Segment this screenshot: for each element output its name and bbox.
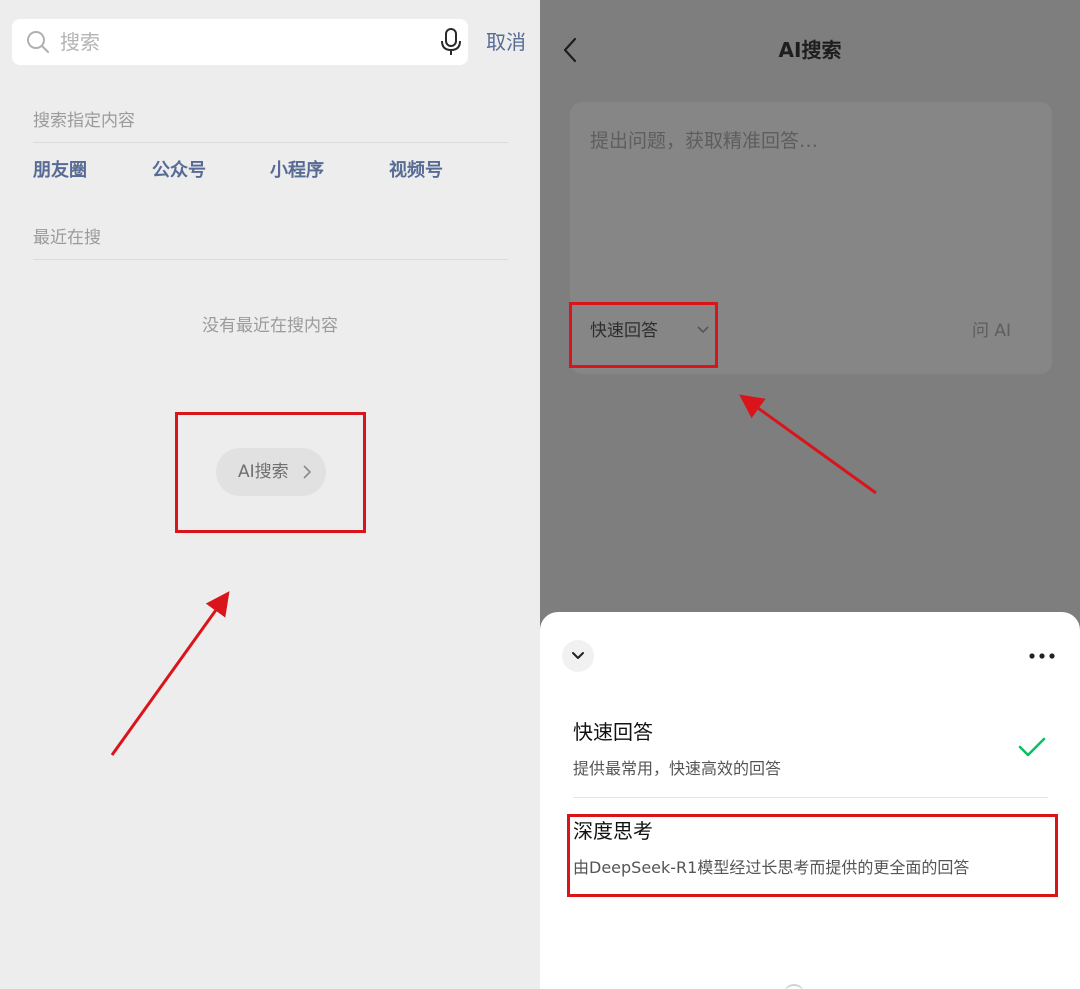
search-input[interactable]: 搜索 [12, 19, 468, 65]
collapse-sheet-button[interactable] [562, 640, 594, 672]
search-placeholder: 搜索 [60, 30, 100, 54]
category-mini-programs[interactable]: 小程序 [270, 159, 324, 183]
check-icon [1018, 737, 1046, 757]
category-official-accounts[interactable]: 公众号 [152, 159, 206, 183]
recent-empty-text: 没有最近在搜内容 [202, 316, 338, 336]
option-title: 快速回答 [573, 720, 653, 744]
category-moments[interactable]: 朋友圈 [33, 159, 87, 183]
divider [33, 142, 508, 143]
recent-search-label: 最近在搜 [33, 228, 101, 248]
more-options-icon[interactable] [1028, 652, 1056, 660]
specified-content-label: 搜索指定内容 [33, 111, 135, 131]
category-channels[interactable]: 视频号 [389, 159, 443, 183]
highlight-deep-thinking [567, 814, 1058, 897]
option-description: 提供最常用，快速高效的回答 [573, 759, 782, 778]
highlight-answer-mode [569, 302, 718, 368]
home-indicator [784, 984, 804, 989]
page-title: AI搜索 [778, 38, 842, 62]
ask-ai-button[interactable]: 问 AI [972, 320, 1011, 342]
answer-mode-sheet: 快速回答 提供最常用，快速高效的回答 深度思考 由DeepSeek-R1模型经过… [540, 612, 1080, 989]
highlight-ai-search [175, 412, 366, 533]
divider [33, 259, 508, 260]
search-icon [27, 31, 49, 53]
cancel-button[interactable]: 取消 [486, 30, 526, 54]
microphone-icon[interactable] [440, 28, 462, 56]
question-input[interactable]: 提出问题，获取精准回答… [590, 129, 818, 153]
divider [573, 797, 1048, 798]
chevron-down-icon [572, 652, 584, 659]
